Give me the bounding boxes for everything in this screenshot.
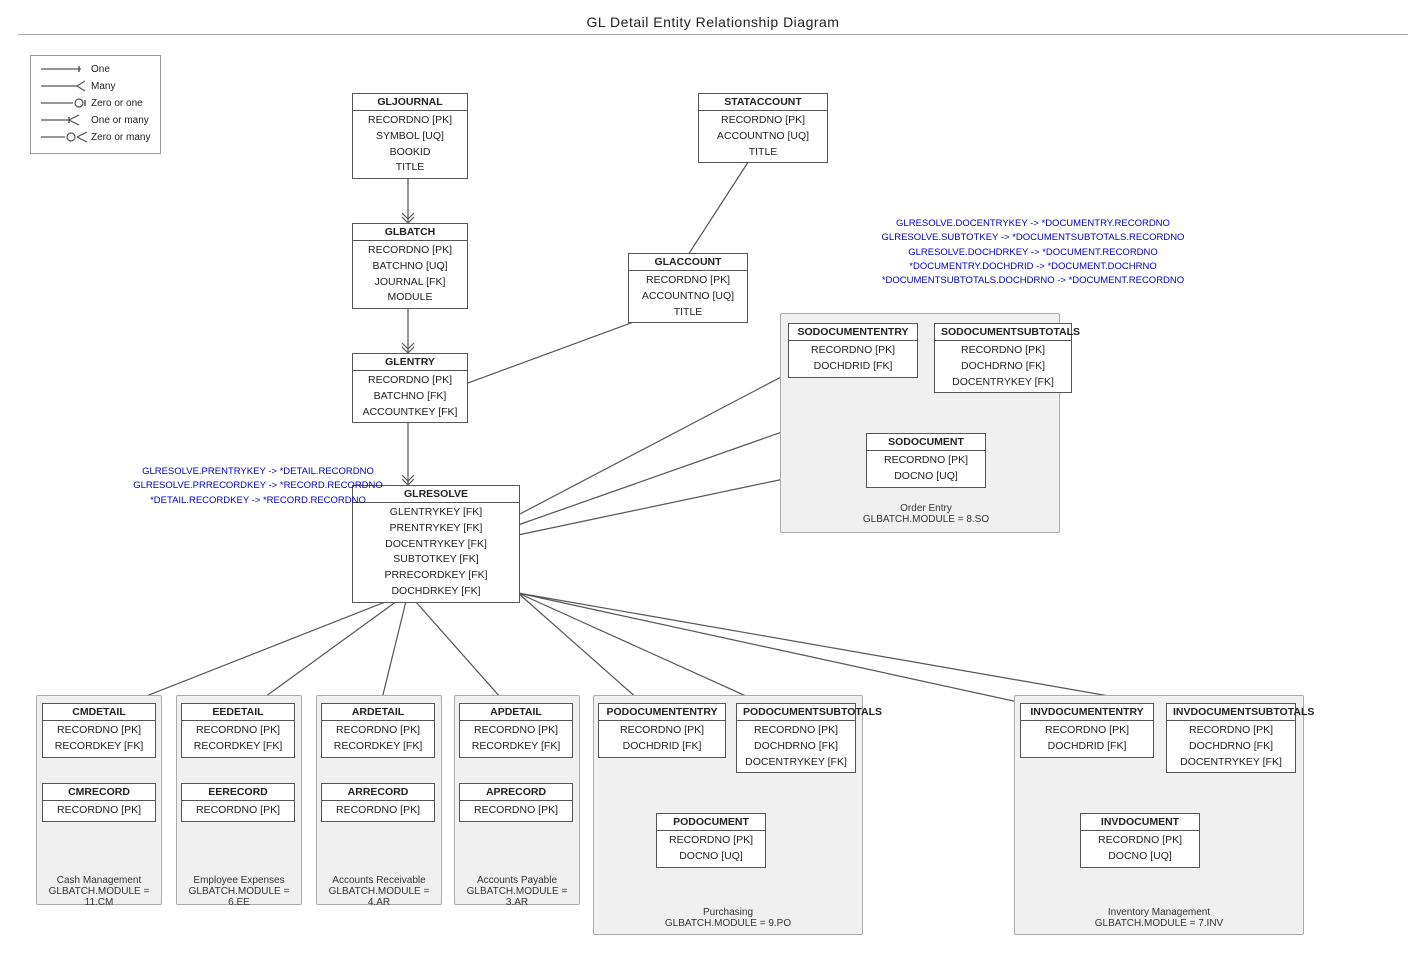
entity-sodocumententry: SODOCUMENTENTRY RECORDNO [PK] DOCHDRID [… (788, 323, 918, 378)
group-label-cm: Cash ManagementGLBATCH.MODULE =11.CM (36, 875, 162, 908)
glaccount-title: GLACCOUNT (629, 254, 747, 271)
legend-many: Many (91, 81, 115, 92)
aprecord-body: RECORDNO [PK] (460, 801, 572, 821)
sodocument-body: RECORDNO [PK] DOCNO [UQ] (867, 451, 985, 487)
entity-glbatch: GLBATCH RECORDNO [PK] BATCHNO [UQ] JOURN… (352, 223, 468, 309)
eerecord-title: EERECORD (182, 784, 294, 801)
group-label-inv: Inventory ManagementGLBATCH.MODULE = 7.I… (1014, 907, 1304, 929)
invdocumententry-body: RECORDNO [PK] DOCHDRID [FK] (1021, 721, 1153, 757)
diagram-area: One Many Zero or one One or many Zero or… (18, 35, 1408, 955)
cmrecord-title: CMRECORD (43, 784, 155, 801)
gl-notes: GLRESOLVE.PRENTRYKEY -> *DETAIL.RECORDNO… (118, 465, 398, 508)
entity-stataccount: STATACCOUNT RECORDNO [PK] ACCOUNTNO [UQ]… (698, 93, 828, 163)
apdetail-title: APDETAIL (460, 704, 572, 721)
cmdetail-title: CMDETAIL (43, 704, 155, 721)
entity-glentry: GLENTRY RECORDNO [PK] BATCHNO [FK] ACCOU… (352, 353, 468, 423)
so-notes: GLRESOLVE.DOCENTRYKEY -> *DOCUMENTRY.REC… (838, 217, 1228, 288)
cmrecord-body: RECORDNO [PK] (43, 801, 155, 821)
legend-one: One (91, 64, 110, 75)
group-label-ar: Accounts ReceivableGLBATCH.MODULE =4.AR (316, 875, 442, 908)
glentry-title: GLENTRY (353, 354, 467, 371)
gljournal-body: RECORDNO [PK] SYMBOL [UQ] BOOKID TITLE (353, 111, 467, 178)
entity-glaccount: GLACCOUNT RECORDNO [PK] ACCOUNTNO [UQ] T… (628, 253, 748, 323)
ardetail-title: ARDETAIL (322, 704, 434, 721)
invdocumentsubtotals-title: INVDOCUMENTSUBTOTALS (1167, 704, 1295, 721)
invdocumententry-title: INVDOCUMENTENTRY (1021, 704, 1153, 721)
entity-podocumententry: PODOCUMENTENTRY RECORDNO [PK] DOCHDRID [… (598, 703, 726, 758)
entity-podocument: PODOCUMENT RECORDNO [PK] DOCNO [UQ] (656, 813, 766, 868)
sodocument-title: SODOCUMENT (867, 434, 985, 451)
entity-invdocument: INVDOCUMENT RECORDNO [PK] DOCNO [UQ] (1080, 813, 1200, 868)
entity-cmdetail: CMDETAIL RECORDNO [PK] RECORDKEY [FK] (42, 703, 156, 758)
glbatch-body: RECORDNO [PK] BATCHNO [UQ] JOURNAL [FK] … (353, 241, 467, 308)
glbatch-title: GLBATCH (353, 224, 467, 241)
entity-cmrecord: CMRECORD RECORDNO [PK] (42, 783, 156, 822)
glentry-body: RECORDNO [PK] BATCHNO [FK] ACCOUNTKEY [F… (353, 371, 467, 422)
ardetail-body: RECORDNO [PK] RECORDKEY [FK] (322, 721, 434, 757)
group-label-po: PurchasingGLBATCH.MODULE = 9.PO (593, 907, 863, 929)
apdetail-body: RECORDNO [PK] RECORDKEY [FK] (460, 721, 572, 757)
entity-aprecord: APRECORD RECORDNO [PK] (459, 783, 573, 822)
eedetail-title: EEDETAIL (182, 704, 294, 721)
group-label-ee: Employee ExpensesGLBATCH.MODULE =6.EE (176, 875, 302, 908)
entity-sodocument: SODOCUMENT RECORDNO [PK] DOCNO [UQ] (866, 433, 986, 488)
legend: One Many Zero or one One or many Zero or… (30, 55, 161, 154)
podocument-body: RECORDNO [PK] DOCNO [UQ] (657, 831, 765, 867)
arrecord-body: RECORDNO [PK] (322, 801, 434, 821)
eerecord-body: RECORDNO [PK] (182, 801, 294, 821)
stataccount-title: STATACCOUNT (699, 94, 827, 111)
gljournal-title: GLJOURNAL (353, 94, 467, 111)
entity-invdocumententry: INVDOCUMENTENTRY RECORDNO [PK] DOCHDRID … (1020, 703, 1154, 758)
legend-one-many: One or many (91, 115, 149, 126)
entity-eedetail: EEDETAIL RECORDNO [PK] RECORDKEY [FK] (181, 703, 295, 758)
sodocumentsubtotals-title: SODOCUMENTSUBTOTALS (935, 324, 1071, 341)
entity-invdocumentsubtotals: INVDOCUMENTSUBTOTALS RECORDNO [PK] DOCHD… (1166, 703, 1296, 773)
entity-eerecord: EERECORD RECORDNO [PK] (181, 783, 295, 822)
podocumentsubtotals-body: RECORDNO [PK] DOCHDRNO [FK] DOCENTRYKEY … (737, 721, 855, 772)
page-title: GL Detail Entity Relationship Diagram (0, 0, 1426, 34)
invdocument-title: INVDOCUMENT (1081, 814, 1199, 831)
podocumentsubtotals-title: PODOCUMENTSUBTOTALS (737, 704, 855, 721)
podocumententry-body: RECORDNO [PK] DOCHDRID [FK] (599, 721, 725, 757)
cmdetail-body: RECORDNO [PK] RECORDKEY [FK] (43, 721, 155, 757)
podocument-title: PODOCUMENT (657, 814, 765, 831)
group-label-so: Order EntryGLBATCH.MODULE = 8.SO (836, 503, 1016, 525)
entity-sodocumentsubtotals: SODOCUMENTSUBTOTALS RECORDNO [PK] DOCHDR… (934, 323, 1072, 393)
eedetail-body: RECORDNO [PK] RECORDKEY [FK] (182, 721, 294, 757)
stataccount-body: RECORDNO [PK] ACCOUNTNO [UQ] TITLE (699, 111, 827, 162)
entity-arrecord: ARRECORD RECORDNO [PK] (321, 783, 435, 822)
glaccount-body: RECORDNO [PK] ACCOUNTNO [UQ] TITLE (629, 271, 747, 322)
aprecord-title: APRECORD (460, 784, 572, 801)
invdocumentsubtotals-body: RECORDNO [PK] DOCHDRNO [FK] DOCENTRYKEY … (1167, 721, 1295, 772)
group-label-ap: Accounts PayableGLBATCH.MODULE =3.AR (454, 875, 580, 908)
sodocumententry-body: RECORDNO [PK] DOCHDRID [FK] (789, 341, 917, 377)
invdocument-body: RECORDNO [PK] DOCNO [UQ] (1081, 831, 1199, 867)
sodocumentsubtotals-body: RECORDNO [PK] DOCHDRNO [FK] DOCENTRYKEY … (935, 341, 1071, 392)
glresolve-body: GLENTRYKEY [FK] PRENTRYKEY [FK] DOCENTRY… (353, 503, 519, 602)
entity-ardetail: ARDETAIL RECORDNO [PK] RECORDKEY [FK] (321, 703, 435, 758)
sodocumententry-title: SODOCUMENTENTRY (789, 324, 917, 341)
legend-zero-one: Zero or one (91, 98, 143, 109)
podocumententry-title: PODOCUMENTENTRY (599, 704, 725, 721)
entity-gljournal: GLJOURNAL RECORDNO [PK] SYMBOL [UQ] BOOK… (352, 93, 468, 179)
arrecord-title: ARRECORD (322, 784, 434, 801)
entity-apdetail: APDETAIL RECORDNO [PK] RECORDKEY [FK] (459, 703, 573, 758)
entity-podocumentsubtotals: PODOCUMENTSUBTOTALS RECORDNO [PK] DOCHDR… (736, 703, 856, 773)
legend-zero-many: Zero or many (91, 132, 150, 143)
